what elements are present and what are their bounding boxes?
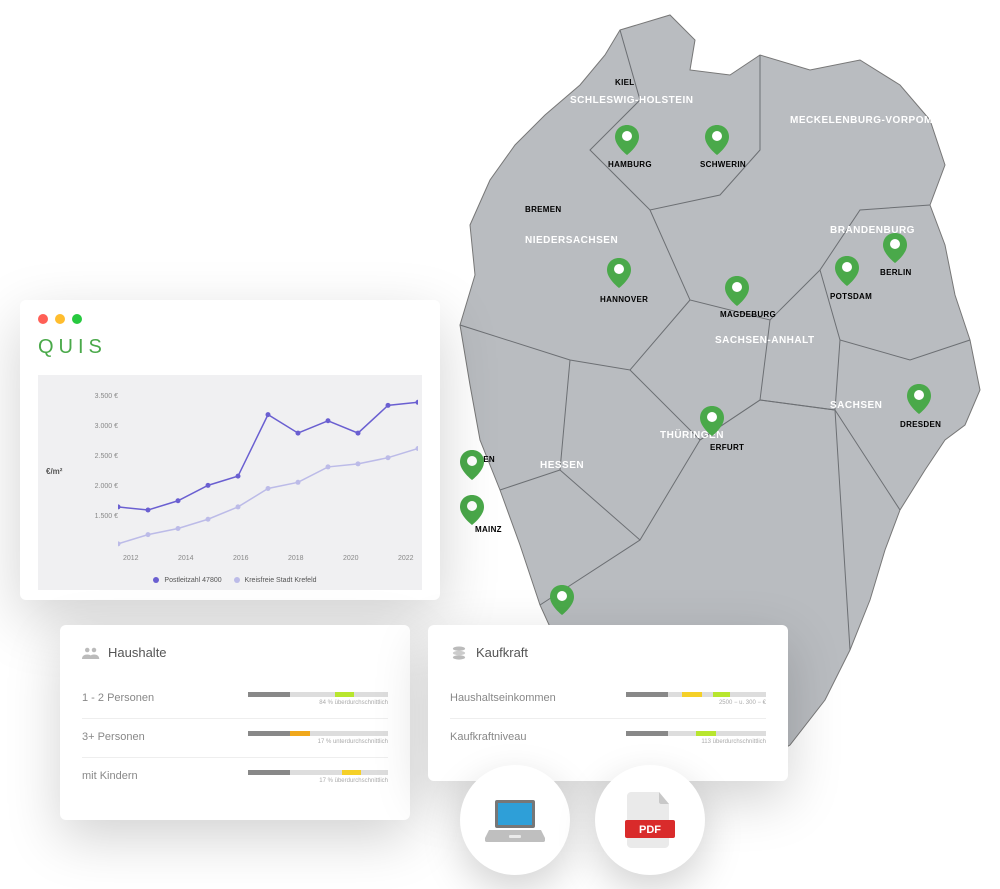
city-label: MAGDEBURG (720, 310, 776, 319)
map-pin-icon[interactable] (907, 384, 931, 414)
pdf-icon: PDF (625, 792, 675, 848)
metric-label: 1 - 2 Personen (82, 692, 248, 704)
metric-bar: 17 % unterdurchschnittlich (248, 731, 388, 745)
haushalte-panel: Haushalte 1 - 2 Personen84 % überdurchsc… (60, 625, 410, 820)
browser-window: QUIS €/m² 3.500 € 3.000 € 2.500 € 2.000 … (20, 300, 440, 600)
city-label: ERFURT (710, 443, 744, 452)
legend-dot-icon (234, 577, 240, 583)
map-pin-icon[interactable] (615, 125, 639, 155)
city-label: KIEL (615, 78, 634, 87)
metric-sub: 2500 − u. 300 − € (626, 700, 766, 706)
panel-title: Haushalte (108, 645, 167, 660)
metric-label: 3+ Personen (82, 731, 248, 743)
coins-icon (450, 646, 468, 660)
price-chart: €/m² 3.500 € 3.000 € 2.500 € 2.000 € 1.5… (38, 375, 422, 590)
map-pin-icon[interactable] (607, 258, 631, 288)
city-label: SCHWERIN (700, 160, 746, 169)
chart-lines (118, 390, 418, 550)
metric-row: mit Kindern17 % überdurchschnittlich (82, 758, 388, 796)
y-tick: 3.500 € (78, 393, 118, 400)
panel-header: Kaufkraft (450, 645, 766, 660)
metric-bar: 84 % überdurchschnittlich (248, 692, 388, 706)
chart-legend: Postleitzahl 47800 Kreisfreie Stadt Kref… (38, 577, 422, 584)
panel-header: Haushalte (82, 645, 388, 660)
city-label: POTSDAM (830, 292, 872, 301)
region-label: SACHSEN-ANHALT (715, 335, 815, 346)
region-label: HESSEN (540, 460, 584, 471)
y-tick: 2.500 € (78, 453, 118, 460)
metric-row: 3+ Personen17 % unterdurchschnittlich (82, 719, 388, 758)
window-minimize-icon[interactable] (55, 314, 65, 324)
metric-sub: 84 % überdurchschnittlich (248, 700, 388, 706)
metric-row: 1 - 2 Personen84 % überdurchschnittlich (82, 680, 388, 719)
svg-text:PDF: PDF (639, 824, 661, 836)
x-tick: 2018 (288, 555, 304, 562)
region-label: NIEDERSACHSEN (525, 235, 618, 246)
city-label: HANNOVER (600, 295, 648, 304)
metric-sub: 17 % überdurchschnittlich (248, 778, 388, 784)
metric-sub: 17 % unterdurchschnittlich (248, 739, 388, 745)
region-label: MECKELENBURG-VORPOMMERN (790, 115, 964, 126)
region-label: SACHSEN (830, 400, 882, 411)
y-tick: 2.000 € (78, 483, 118, 490)
city-label: DRESDEN (900, 420, 941, 429)
city-label: MAINZ (475, 525, 502, 534)
region-label: SCHLESWIG-HOLSTEIN (570, 95, 693, 106)
metric-label: Kaufkraftniveau (450, 731, 626, 743)
map-pin-icon[interactable] (700, 406, 724, 436)
x-tick: 2016 (233, 555, 249, 562)
pdf-card[interactable]: PDF (595, 765, 705, 875)
map-pin-icon[interactable] (705, 125, 729, 155)
y-tick: 1.500 € (78, 513, 118, 520)
metric-label: mit Kindern (82, 770, 248, 782)
metric-bar: 2500 − u. 300 − € (626, 692, 766, 706)
metric-label: Haushaltseinkommen (450, 692, 626, 704)
map-pin-icon[interactable] (460, 450, 484, 480)
metric-bar: 113 überdurchschnittlich (626, 731, 766, 745)
metric-bar: 17 % überdurchschnittlich (248, 770, 388, 784)
kaufkraft-panel: Kaufkraft Haushaltseinkommen2500 − u. 30… (428, 625, 788, 781)
metric-row: Kaufkraftniveau113 überdurchschnittlich (450, 719, 766, 757)
window-close-icon[interactable] (38, 314, 48, 324)
x-tick: 2012 (123, 555, 139, 562)
window-fullscreen-icon[interactable] (72, 314, 82, 324)
legend-label: Postleitzahl 47800 (164, 577, 221, 584)
y-axis-label: €/m² (46, 467, 62, 476)
map-pin-icon[interactable] (883, 233, 907, 263)
map-pin-icon[interactable] (460, 495, 484, 525)
city-label: BREMEN (525, 205, 561, 214)
people-icon (82, 646, 100, 660)
x-tick: 2022 (398, 555, 414, 562)
metric-sub: 113 überdurchschnittlich (626, 739, 766, 745)
x-tick: 2014 (178, 555, 194, 562)
legend-dot-icon (153, 577, 159, 583)
laptop-card[interactable] (460, 765, 570, 875)
y-tick: 3.000 € (78, 423, 118, 430)
x-tick: 2020 (343, 555, 359, 562)
brand-logo: QUIS (38, 336, 422, 359)
city-label: BERLIN (880, 268, 912, 277)
map-pin-icon[interactable] (835, 256, 859, 286)
metric-row: Haushaltseinkommen2500 − u. 300 − € (450, 680, 766, 719)
city-label: HAMBURG (608, 160, 652, 169)
laptop-icon (485, 796, 545, 844)
map-pin-icon[interactable] (550, 585, 574, 615)
window-traffic-lights (38, 314, 422, 324)
panel-title: Kaufkraft (476, 645, 528, 660)
legend-label: Kreisfreie Stadt Krefeld (245, 577, 317, 584)
map-pin-icon[interactable] (725, 276, 749, 306)
